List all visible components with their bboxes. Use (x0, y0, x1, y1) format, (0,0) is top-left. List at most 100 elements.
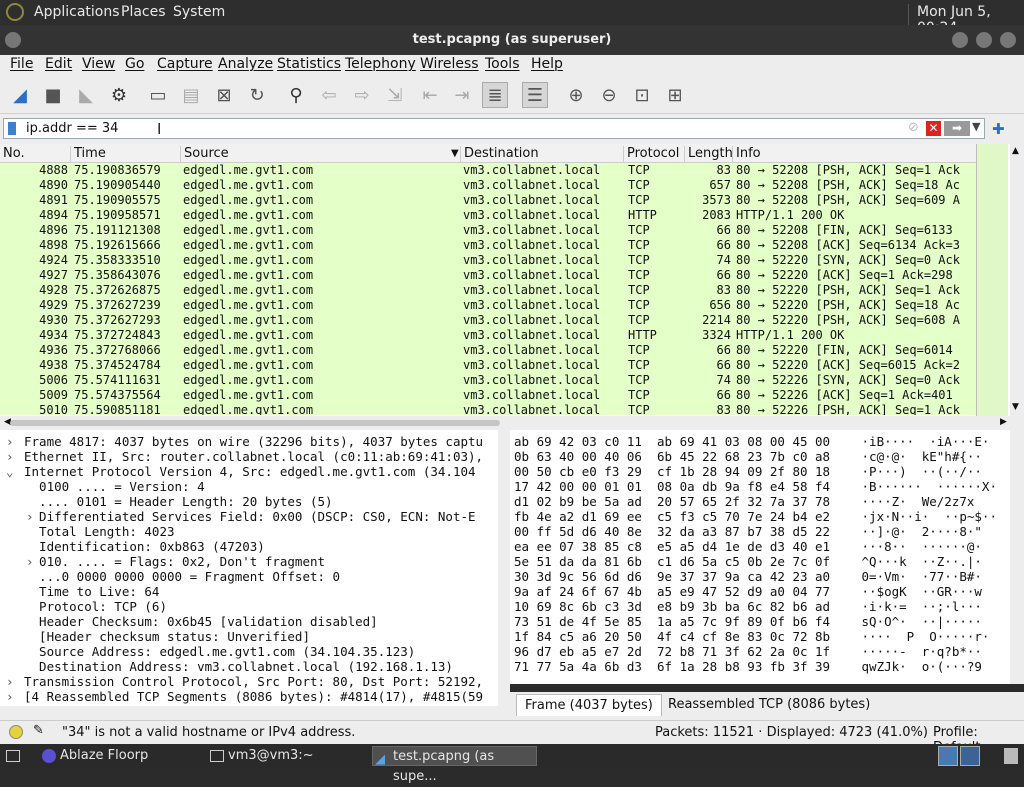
apply-filter-icon[interactable]: ➡ (944, 121, 970, 136)
table-row[interactable]: 4888 75.190836579 edgedl.me.gvt1.com vm3.co… (0, 163, 976, 178)
table-row[interactable]: 4929 75.372627239 edgedl.me.gvt1.com vm3.co… (0, 298, 976, 313)
menu-statistics[interactable]: Statistics (277, 56, 341, 72)
table-row[interactable]: 4938 75.374524784 edgedl.me.gvt1.com vm3.co… (0, 358, 976, 373)
table-row[interactable]: 5010 75.590851181 edgedl.me.gvt1.com vm3.co… (0, 403, 976, 415)
hex-bytes[interactable]: d1 02 b9 be 5a ad 20 57 65 2f 32 7a 37 7… (514, 494, 830, 509)
hex-ascii[interactable]: sQ·O^· ··|····· (854, 614, 982, 629)
task-terminal[interactable]: vm3@vm3:~ (208, 746, 314, 766)
detail-line[interactable]: › 010. .... = Flags: 0x2, Don't fragment (0, 554, 498, 569)
detail-line[interactable]: .... 0101 = Header Length: 20 bytes (5) (0, 494, 498, 509)
hex-bytes[interactable]: ea ee 07 38 85 c8 e5 a5 d4 1e de d3 40 e… (514, 539, 830, 554)
stop-capture-icon[interactable]: ■ (40, 82, 66, 108)
first-packet-icon[interactable]: ⇤ (417, 82, 443, 108)
expert-info-icon[interactable] (9, 725, 23, 739)
maximize-icon[interactable] (976, 32, 992, 48)
hex-bytes[interactable]: 10 69 8c 6b c3 3d e8 b9 3b ba 6c 82 b6 a… (514, 599, 830, 614)
find-packet-icon[interactable]: ⚲ (283, 82, 309, 108)
scroll-right-icon[interactable]: ▶ (1000, 417, 1007, 427)
close-icon[interactable] (1000, 32, 1016, 48)
detail-line[interactable]: 0100 .... = Version: 4 (0, 479, 498, 494)
hex-ascii[interactable]: ··]·@· 2····8·" (854, 524, 982, 539)
workspace-2-icon[interactable] (960, 746, 980, 766)
detail-line[interactable]: › Ethernet II, Src: router.collabnet.loca… (0, 449, 498, 464)
table-row[interactable]: 4894 75.190958571 edgedl.me.gvt1.com vm3.co… (0, 208, 976, 223)
menu-go[interactable]: Go (125, 56, 144, 72)
hex-ascii[interactable]: ^Q···k ··Z··.|· (854, 554, 982, 569)
packet-list-hscrollbar[interactable]: ◀ ▶ (0, 416, 1024, 430)
column-time[interactable]: Time (70, 146, 106, 163)
detail-line[interactable]: › Frame 4817: 4037 bytes on wire (32296 b… (0, 434, 498, 449)
hex-ascii[interactable]: ·P···) ··(··/·· (854, 464, 982, 479)
start-capture-icon[interactable]: ◢ (7, 82, 33, 108)
packet-bytes-pane[interactable]: ab 69 42 03 c0 11 ab 69 41 03 08 00 45 0… (510, 430, 1024, 684)
hex-ascii[interactable]: 0=·Vm· ·77··B#· (854, 569, 982, 584)
hex-bytes[interactable]: 0b 63 40 00 40 06 6b 45 22 68 23 7b c0 a… (514, 449, 830, 464)
zoom-out-icon[interactable]: ⊖ (596, 82, 622, 108)
display-filter-input[interactable]: ip.addr == 34 I ⊘ ✕ ➡ ▼ (3, 118, 985, 139)
table-row[interactable]: 4890 75.190905440 edgedl.me.gvt1.com vm3.co… (0, 178, 976, 193)
collapsed-arrow-icon[interactable]: › (6, 689, 14, 704)
hex-bytes[interactable]: 00 ff 5d d6 40 8e 32 da a3 87 b7 38 d5 2… (514, 524, 830, 539)
hex-ascii[interactable]: ·····- r·q?b*·· (854, 644, 982, 659)
hex-bytes[interactable]: 9a af 24 6f 67 4b a5 e9 47 52 d9 a0 04 7… (514, 584, 830, 599)
normal-size-icon[interactable]: ⊡ (629, 82, 655, 108)
trash-icon[interactable] (1004, 748, 1018, 764)
clear-filter-icon[interactable]: ⊘ (908, 120, 919, 135)
show-desktop-icon[interactable] (6, 750, 20, 762)
menu-file[interactable]: File (10, 56, 33, 72)
minimize-icon[interactable] (952, 32, 968, 48)
task-floorp[interactable]: Ablaze Floorp (40, 746, 148, 766)
scroll-up-icon[interactable]: ▲ (1012, 146, 1019, 156)
detail-line[interactable]: ...0 0000 0000 0000 = Fragment Offset: 0 (0, 569, 498, 584)
hex-ascii[interactable]: ···8·· ······@· (854, 539, 982, 554)
panel-applications[interactable]: Applications (34, 4, 120, 20)
menu-telephony[interactable]: Telephony (345, 56, 416, 72)
save-file-icon[interactable]: ▤ (178, 82, 204, 108)
zoom-in-icon[interactable]: ⊕ (563, 82, 589, 108)
edit-comment-icon[interactable]: ✎ (33, 723, 44, 738)
menu-view[interactable]: View (82, 56, 115, 72)
filter-history-icon[interactable]: ▼ (972, 120, 980, 133)
panel-system[interactable]: System (173, 4, 225, 20)
hex-bytes[interactable]: 00 50 cb e0 f3 29 cf 1b 28 94 09 2f 80 1… (514, 464, 830, 479)
detail-line[interactable]: Total Length: 4023 (0, 524, 498, 539)
hex-bytes[interactable]: 5e 51 da da 81 6b c1 d6 5a c5 0b 2e 7c 0… (514, 554, 830, 569)
column-length[interactable]: Length (684, 146, 733, 163)
detail-line[interactable]: Header Checksum: 0x6b45 [validation disa… (0, 614, 498, 629)
table-row[interactable]: 4934 75.372724843 edgedl.me.gvt1.com vm3.co… (0, 328, 976, 343)
column-destination[interactable]: Destination (460, 146, 539, 163)
detail-line[interactable]: [Header checksum status: Unverified] (0, 629, 498, 644)
hex-ascii[interactable]: ·B······ ······X· (854, 479, 997, 494)
colorize-icon[interactable]: ☰ (522, 82, 548, 108)
tab-frame-bytes[interactable]: Frame (4037 bytes) (516, 694, 662, 716)
menu-help[interactable]: Help (531, 56, 563, 72)
table-row[interactable]: 4928 75.372626875 edgedl.me.gvt1.com vm3.co… (0, 283, 976, 298)
hex-bytes[interactable]: 17 42 00 00 01 01 08 0a db 9a f8 e4 58 f… (514, 479, 830, 494)
detail-line[interactable]: Protocol: TCP (6) (0, 599, 498, 614)
detail-line[interactable]: Destination Address: vm3.collabnet.local… (0, 659, 498, 674)
details-hscrollbar[interactable] (0, 706, 510, 720)
menu-capture[interactable]: Capture (157, 56, 213, 72)
filter-text[interactable]: ip.addr == 34 (26, 121, 118, 136)
column-source[interactable]: Source (180, 146, 458, 163)
collapsed-arrow-icon[interactable]: › (6, 674, 14, 689)
table-row[interactable]: 4930 75.372627293 edgedl.me.gvt1.com vm3.co… (0, 313, 976, 328)
hscroll-thumb[interactable] (10, 420, 500, 426)
table-row[interactable]: 4891 75.190905575 edgedl.me.gvt1.com vm3.co… (0, 193, 976, 208)
menu-tools[interactable]: Tools (485, 56, 520, 72)
hex-bytes[interactable]: 73 51 de 4f 5e 85 1a a5 7c 9f 89 0f b6 f… (514, 614, 830, 629)
hex-ascii[interactable]: ·jx·N··i· ··p~$·· (854, 509, 997, 524)
collapsed-arrow-icon[interactable]: › (6, 449, 14, 464)
column-protocol[interactable]: Protocol (623, 146, 679, 163)
workspace-1-icon[interactable] (938, 746, 958, 766)
detail-line[interactable]: › Transmission Control Protocol, Src Port… (0, 674, 498, 689)
menu-edit[interactable]: Edit (45, 56, 72, 72)
detail-line[interactable]: › [4 Reassembled TCP Segments (8086 bytes… (0, 689, 498, 704)
table-row[interactable]: 4924 75.358333510 edgedl.me.gvt1.com vm3.co… (0, 253, 976, 268)
table-row[interactable]: 5006 75.574111631 edgedl.me.gvt1.com vm3.co… (0, 373, 976, 388)
hex-bytes[interactable]: 96 d7 eb a5 e7 2d 72 b8 71 3f 62 2a 0c 1… (514, 644, 830, 659)
hex-bytes[interactable]: fb 4e a2 d1 69 ee c5 f3 c5 70 7e 24 b4 e… (514, 509, 830, 524)
detail-line[interactable]: ⌄ Internet Protocol Version 4, Src: edged… (0, 464, 498, 479)
reload-file-icon[interactable]: ↻ (244, 82, 270, 108)
table-row[interactable]: 4927 75.358643076 edgedl.me.gvt1.com vm3.co… (0, 268, 976, 283)
